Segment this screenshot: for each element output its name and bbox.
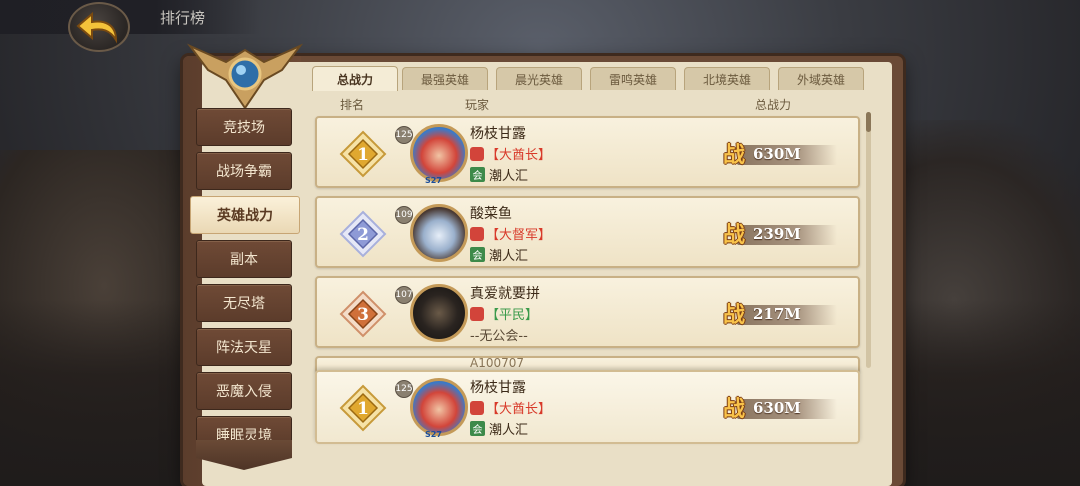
- column-header-player: 玩家: [465, 98, 490, 112]
- player-avatar[interactable]: [410, 284, 468, 342]
- tab-total-power[interactable]: 总战力: [312, 66, 398, 91]
- ranking-row-2[interactable]: 2 109 酸菜鱼 【大督军】 会潮人汇 战 239M: [315, 196, 860, 268]
- player-name: 杨枝甘露: [470, 126, 526, 142]
- power-value: 630M: [753, 399, 801, 417]
- back-button[interactable]: [68, 2, 130, 52]
- back-arrow-icon: [76, 11, 118, 44]
- power-display: 战 217M: [719, 298, 837, 328]
- ranking-row-3[interactable]: 3 107 真爱就要拼 【平民】 --无公会-- 战 217M: [315, 276, 860, 348]
- ranking-row-1[interactable]: 1 125 S27 杨枝甘露 【大酋长】 会潮人汇 战 630M: [315, 116, 860, 188]
- column-header-power: 总战力: [755, 98, 792, 112]
- player-title-text: 【平民】: [486, 308, 539, 323]
- tab-label: 总战力: [336, 72, 373, 87]
- player-name: 杨枝甘露: [470, 380, 526, 396]
- tab-outland-hero[interactable]: 外域英雄: [778, 67, 864, 90]
- player-avatar[interactable]: [410, 378, 468, 436]
- guild-icon: 会: [470, 247, 485, 262]
- title-rank-icon: [470, 400, 484, 415]
- guild-name: 潮人汇: [489, 423, 529, 438]
- sidebar-item-demon-invasion[interactable]: 恶魔入侵: [196, 372, 292, 410]
- sidebar-item-label: 英雄战力: [217, 208, 273, 224]
- title-rank-icon: [470, 146, 484, 161]
- sidebar-item-label: 无尽塔: [223, 296, 265, 312]
- sidebar-item-label: 竞技场: [223, 120, 265, 136]
- power-display: 战 630M: [719, 392, 837, 422]
- title-rank-icon: [470, 306, 484, 321]
- power-value: 217M: [753, 305, 801, 323]
- player-guild: 会潮人汇: [470, 419, 528, 438]
- sidebar-item-label: 副本: [230, 252, 258, 268]
- power-icon: 战: [722, 223, 745, 248]
- player-title: 【大酋长】: [470, 144, 551, 163]
- guild-icon: 会: [470, 421, 485, 436]
- player-name: A100707: [470, 356, 525, 370]
- sidebar-item-dungeon[interactable]: 副本: [196, 240, 292, 278]
- list-scrollbar[interactable]: [866, 112, 871, 368]
- rank-number: 1: [357, 399, 369, 419]
- player-level: 125: [395, 126, 413, 144]
- tab-north-hero[interactable]: 北境英雄: [684, 67, 770, 90]
- power-display: 战 239M: [719, 218, 837, 248]
- sidebar-item-arena[interactable]: 竞技场: [196, 108, 292, 146]
- player-guild: 会潮人汇: [470, 245, 528, 264]
- top-bar: [0, 0, 260, 34]
- player-avatar[interactable]: [410, 124, 468, 182]
- season-badge: S27: [425, 176, 442, 185]
- player-avatar[interactable]: [410, 204, 468, 262]
- power-icon: 战: [722, 143, 745, 168]
- tab-label: 北境英雄: [702, 72, 751, 87]
- player-guild: 会潮人汇: [470, 165, 528, 184]
- my-ranking-row[interactable]: 1 125 S27 杨枝甘露 【大酋长】 会潮人汇 战 630M: [315, 370, 860, 444]
- tab-label: 晨光英雄: [514, 72, 563, 87]
- sidebar-item-label: 阵法天星: [216, 340, 272, 356]
- rank-medal-gold-icon: 1: [339, 130, 387, 178]
- sidebar-item-formation[interactable]: 阵法天星: [196, 328, 292, 366]
- player-title-text: 【大督军】: [486, 228, 552, 243]
- rank-number: 2: [357, 225, 369, 245]
- rank-number: 1: [357, 145, 369, 165]
- column-header-rank: 排名: [340, 98, 365, 112]
- tab-dawn-hero[interactable]: 晨光英雄: [496, 67, 582, 90]
- player-name: 酸菜鱼: [470, 206, 512, 222]
- guild-icon: 会: [470, 167, 485, 182]
- guild-name: --无公会--: [470, 329, 528, 344]
- player-title: 【大酋长】: [470, 398, 551, 417]
- tab-thunder-hero[interactable]: 雷鸣英雄: [590, 67, 676, 90]
- tab-label: 最强英雄: [420, 72, 469, 87]
- emblem-icon: [186, 43, 304, 110]
- sidebar-item-battlefield[interactable]: 战场争霸: [196, 152, 292, 190]
- player-level: 125: [395, 380, 413, 398]
- player-title: 【大督军】: [470, 224, 551, 243]
- player-level: 107: [395, 286, 413, 304]
- player-guild: --无公会--: [470, 325, 528, 344]
- power-icon: 战: [722, 397, 745, 422]
- player-title-text: 【大酋长】: [486, 148, 552, 163]
- title-rank-icon: [470, 226, 484, 241]
- player-title: 【平民】: [470, 304, 538, 323]
- tab-strongest-hero[interactable]: 最强英雄: [402, 67, 488, 90]
- power-display: 战 630M: [719, 138, 837, 168]
- tab-label: 雷鸣英雄: [608, 72, 657, 87]
- rank-medal-silver-icon: 2: [339, 210, 387, 258]
- power-value: 630M: [753, 145, 801, 163]
- page-title: 排行榜: [160, 9, 206, 27]
- power-icon: 战: [722, 303, 745, 328]
- sidebar-item-hero-power[interactable]: 英雄战力: [190, 196, 300, 234]
- sidebar-item-label: 战场争霸: [216, 164, 272, 180]
- tab-label: 外域英雄: [796, 72, 845, 87]
- rank-medal-gold-icon: 1: [339, 384, 387, 432]
- sidebar-item-label: 恶魔入侵: [216, 384, 272, 400]
- tab-bar: 总战力 最强英雄 晨光英雄 雷鸣英雄 北境英雄 外域英雄: [312, 66, 872, 91]
- guild-name: 潮人汇: [489, 249, 529, 264]
- power-value: 239M: [753, 225, 801, 243]
- list-scrollbar-thumb[interactable]: [866, 112, 871, 132]
- player-name: 真爱就要拼: [470, 286, 540, 302]
- season-badge: S27: [425, 430, 442, 439]
- rank-number: 3: [357, 305, 369, 325]
- rank-medal-bronze-icon: 3: [339, 290, 387, 338]
- player-title-text: 【大酋长】: [486, 402, 552, 417]
- player-level: 109: [395, 206, 413, 224]
- guild-name: 潮人汇: [489, 169, 529, 184]
- sidebar-item-endless-tower[interactable]: 无尽塔: [196, 284, 292, 322]
